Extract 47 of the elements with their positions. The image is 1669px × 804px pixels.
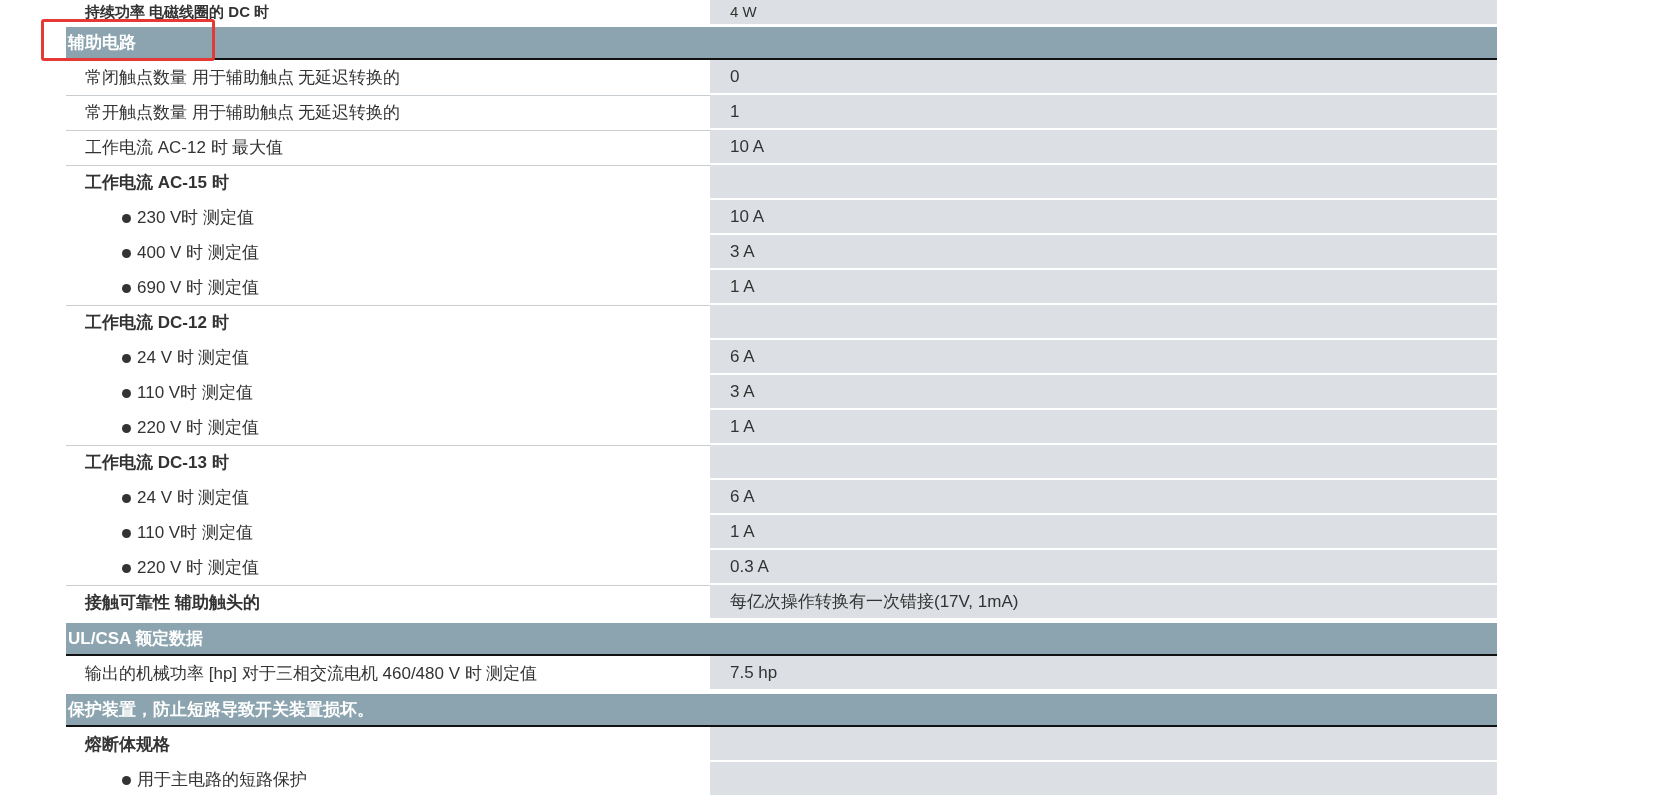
spec-label: 用于主电路的短路保护 bbox=[137, 769, 307, 792]
bullet-icon bbox=[122, 388, 131, 398]
value-cell: 1 A bbox=[710, 515, 1497, 550]
value-cell: 10 A bbox=[710, 200, 1497, 235]
bullet-icon bbox=[122, 775, 131, 785]
spec-label: 输出的机械功率 [hp] 对于三相交流电机 460/480 V 时 测定值 bbox=[85, 663, 538, 686]
bullet-icon bbox=[122, 283, 131, 293]
bullet-icon bbox=[122, 423, 131, 433]
spec-label: 110 V时 测定值 bbox=[137, 522, 253, 545]
value-cell: 3 A bbox=[710, 375, 1497, 410]
spec-label: 24 V 时 测定值 bbox=[137, 347, 250, 370]
bullet-icon bbox=[122, 353, 131, 363]
spec-label: 690 V 时 测定值 bbox=[137, 277, 259, 300]
spec-label: 工作电流 DC-12 时 bbox=[85, 312, 229, 335]
section-header: 保护装置，防止短路导致开关装置损坏。 bbox=[66, 694, 1497, 727]
value-cell: 每亿次操作转换有一次错接(17V, 1mA) bbox=[710, 585, 1497, 620]
bullet-icon bbox=[122, 563, 131, 573]
value-cell: 1 A bbox=[710, 410, 1497, 445]
spec-label: 工作电流 AC-15 时 bbox=[85, 172, 229, 195]
value-cell: 6 A bbox=[710, 480, 1497, 515]
value-cell: 6 A bbox=[710, 340, 1497, 375]
value-cell: 0.3 A bbox=[710, 550, 1497, 585]
value-cell: 1 A bbox=[710, 270, 1497, 305]
value-cell: 4 W bbox=[710, 0, 1497, 24]
spec-label: 工作电流 AC-12 时 最大值 bbox=[85, 137, 284, 160]
spec-label: 接触可靠性 辅助触头的 bbox=[85, 592, 260, 615]
spec-label: 熔断体规格 bbox=[85, 734, 170, 757]
spec-label: 400 V 时 测定值 bbox=[137, 242, 259, 265]
bullet-icon bbox=[122, 248, 131, 258]
spec-label: 220 V 时 测定值 bbox=[137, 557, 259, 580]
spec-label: 常开触点数量 用于辅助触点 无延迟转换的 bbox=[85, 102, 401, 125]
spec-label: 24 V 时 测定值 bbox=[137, 487, 250, 510]
bullet-icon bbox=[122, 528, 131, 538]
section-header: UL/CSA 额定数据 bbox=[66, 623, 1497, 656]
spec-label: 工作电流 DC-13 时 bbox=[85, 452, 229, 475]
spec-label: 常闭触点数量 用于辅助触点 无延迟转换的 bbox=[85, 67, 401, 90]
value-cell: 1 bbox=[710, 95, 1497, 130]
spec-label: 230 V时 测定值 bbox=[137, 207, 255, 230]
bullet-icon bbox=[122, 213, 131, 223]
value-cell: 10 A bbox=[710, 130, 1497, 165]
spec-label: 220 V 时 测定值 bbox=[137, 417, 259, 440]
spec-label: 持续功率 电磁线圈的 DC 时 bbox=[85, 1, 270, 22]
spec-label: 110 V时 测定值 bbox=[137, 382, 253, 405]
value-cell: 7.5 hp bbox=[710, 656, 1497, 691]
value-cell: 3 A bbox=[710, 235, 1497, 270]
value-cell: 0 bbox=[710, 60, 1497, 95]
bullet-icon bbox=[122, 493, 131, 503]
